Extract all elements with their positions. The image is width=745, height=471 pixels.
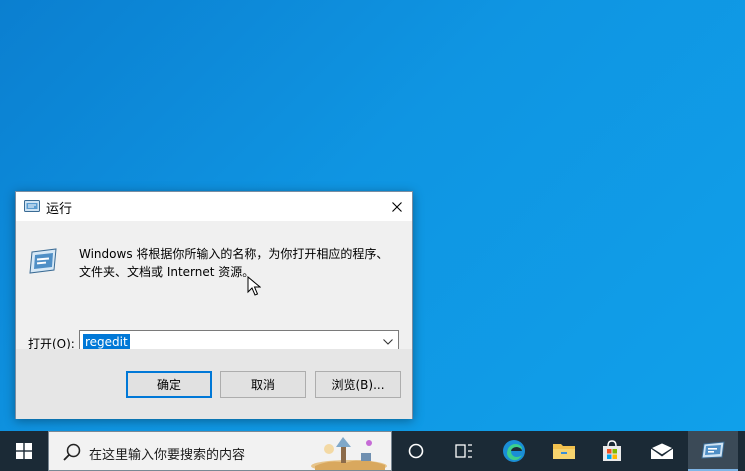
task-view-button[interactable] bbox=[440, 431, 488, 471]
search-highlight-illustration-icon bbox=[311, 437, 387, 470]
cortana-icon bbox=[408, 443, 424, 459]
close-icon bbox=[392, 201, 402, 212]
edge-button[interactable] bbox=[490, 431, 538, 471]
mail-icon bbox=[650, 442, 674, 459]
ok-button[interactable]: 确定 bbox=[126, 371, 212, 398]
dialog-title: 运行 bbox=[46, 202, 73, 217]
search-placeholder: 在这里输入你要搜索的内容 bbox=[89, 448, 246, 463]
cortana-button[interactable] bbox=[392, 431, 440, 471]
mail-button[interactable] bbox=[638, 431, 686, 471]
search-icon bbox=[63, 443, 81, 461]
cancel-button[interactable]: 取消 bbox=[220, 371, 306, 398]
close-button[interactable] bbox=[382, 192, 412, 221]
mouse-cursor-icon bbox=[247, 276, 261, 296]
store-button[interactable] bbox=[588, 431, 636, 471]
title-bar[interactable]: 运行 bbox=[16, 192, 412, 221]
store-icon bbox=[603, 440, 621, 461]
run-program-icon bbox=[29, 248, 57, 274]
file-explorer-button[interactable] bbox=[540, 431, 588, 471]
task-view-icon bbox=[455, 444, 472, 458]
start-button[interactable] bbox=[0, 431, 48, 471]
dialog-description: Windows 将根据你所输入的名称，为你打开相应的程序、 文件夹、文档或 In… bbox=[79, 245, 399, 281]
file-explorer-icon bbox=[553, 444, 575, 459]
open-input-value: regedit bbox=[83, 334, 130, 350]
edge-icon bbox=[503, 440, 525, 462]
run-dialog: 运行 Windows 将根据你所输入的名称，为你打开相应的程序、 文件夹、文档或… bbox=[15, 191, 413, 419]
windows-logo-icon bbox=[16, 443, 32, 459]
taskbar: 在这里输入你要搜索的内容 bbox=[0, 431, 745, 471]
description-line-2: 文件夹、文档或 Internet 资源。 bbox=[79, 265, 255, 279]
description-line-1: Windows 将根据你所输入的名称，为你打开相应的程序、 bbox=[79, 247, 389, 261]
run-icon bbox=[701, 441, 725, 459]
search-box[interactable]: 在这里输入你要搜索的内容 bbox=[48, 431, 392, 471]
browse-button[interactable]: 浏览(B)... bbox=[315, 371, 401, 398]
dialog-content: Windows 将根据你所输入的名称，为你打开相应的程序、 文件夹、文档或 In… bbox=[16, 221, 412, 354]
dialog-footer: 确定 取消 浏览(B)... bbox=[16, 349, 412, 419]
run-taskbar-button[interactable] bbox=[688, 431, 738, 471]
chevron-down-icon bbox=[383, 339, 393, 345]
run-icon bbox=[24, 200, 40, 212]
